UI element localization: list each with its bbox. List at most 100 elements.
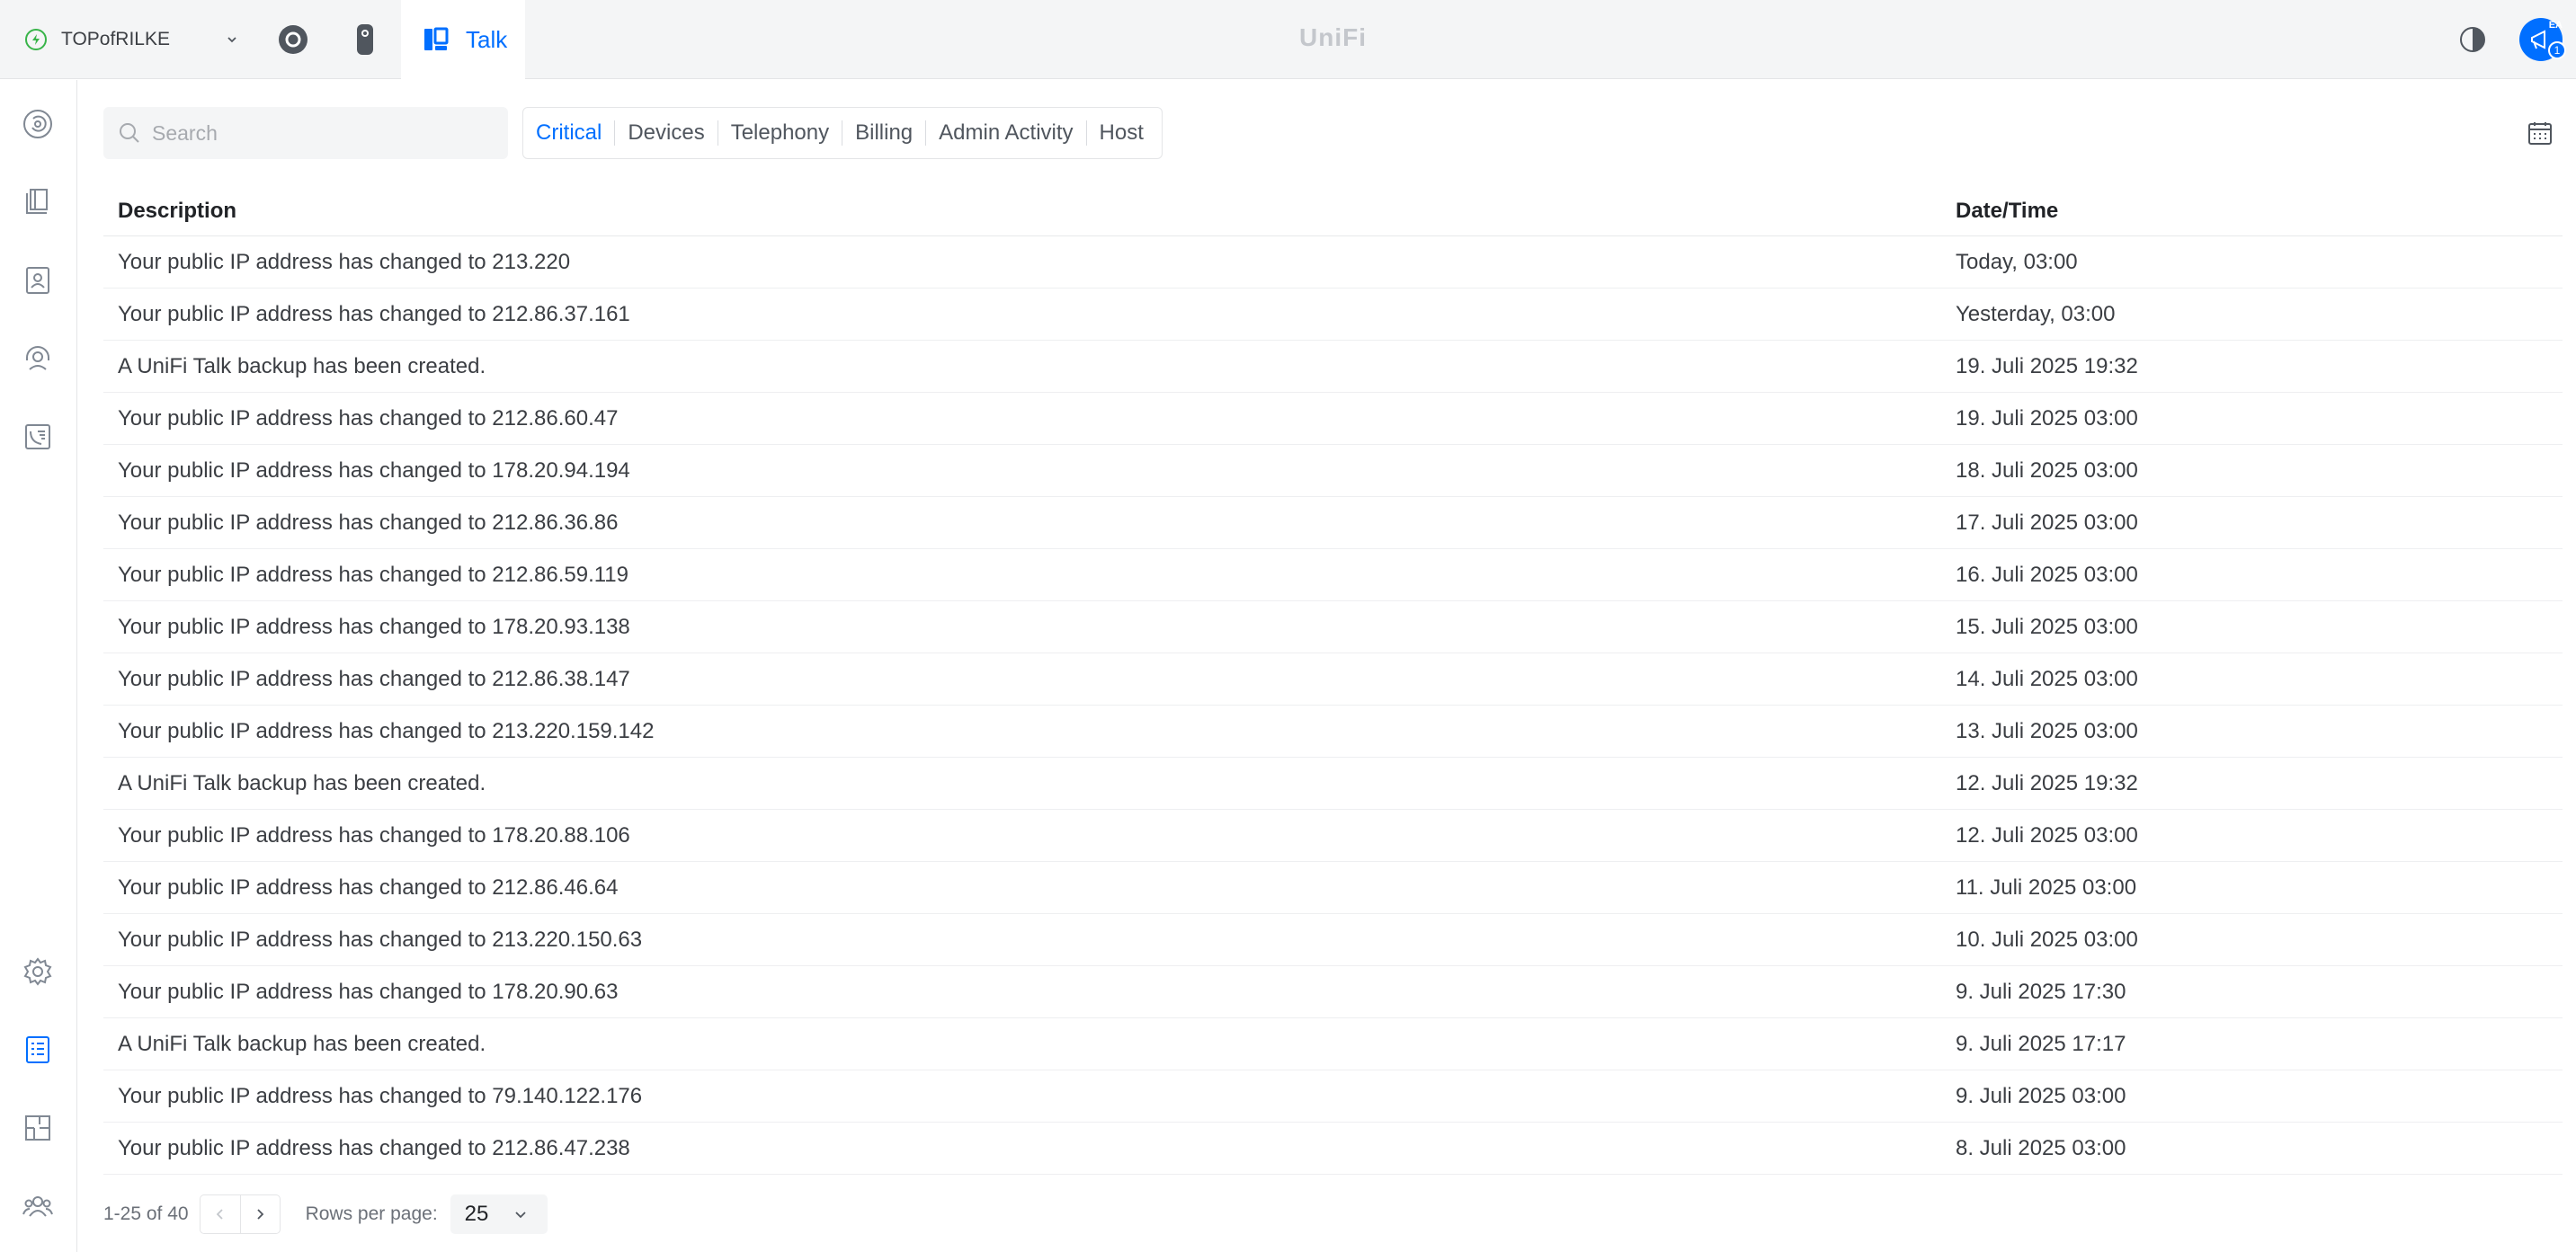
row-datetime: 12. Juli 2025 03:00 xyxy=(1956,823,2138,848)
table-row[interactable]: Your public IP address has changed to 21… xyxy=(103,549,2563,601)
filter-devices[interactable]: Devices xyxy=(614,120,717,146)
call-history-icon xyxy=(25,424,50,449)
phone-book-icon xyxy=(26,189,48,214)
contrast-icon xyxy=(2460,27,2485,52)
row-description: Your public IP address has changed to 21… xyxy=(118,302,630,326)
log-category-filters: Critical Devices Telephony Billing Admin… xyxy=(522,107,1163,159)
sidebar-item-contacts[interactable] xyxy=(18,261,58,300)
pagination-buttons xyxy=(199,1194,281,1234)
rows-per-page-label: Rows per page: xyxy=(305,1203,438,1224)
row-description: Your public IP address has changed to 17… xyxy=(118,980,619,1004)
table-row[interactable]: A UniFi Talk backup has been created. 12.… xyxy=(103,758,2563,810)
column-header-description[interactable]: Description xyxy=(118,199,236,224)
account-initials: EA xyxy=(2548,20,2563,31)
calendar-icon xyxy=(2528,122,2552,145)
app-network-button[interactable] xyxy=(270,16,316,63)
table-row[interactable]: Your public IP address has changed to 79… xyxy=(103,1070,2563,1123)
table-row[interactable]: Your public IP address has changed to 21… xyxy=(103,1123,2563,1175)
sidebar-item-settings[interactable] xyxy=(18,952,58,991)
table-body: Your public IP address has changed to 21… xyxy=(103,236,2563,1175)
logs-table: Description Date/Time Your public IP add… xyxy=(103,184,2563,1175)
row-description: Your public IP address has changed to 21… xyxy=(118,511,619,535)
column-header-datetime[interactable]: Date/Time xyxy=(1956,199,2058,224)
row-description: Your public IP address has changed to 79… xyxy=(118,1084,643,1108)
contacts-icon xyxy=(26,267,49,294)
chevron-down-icon xyxy=(515,1212,526,1219)
rows-per-page-select[interactable]: 25 xyxy=(450,1194,548,1234)
table-row[interactable]: Your public IP address has changed to 21… xyxy=(103,393,2563,445)
row-description: Your public IP address has changed to 17… xyxy=(118,458,630,483)
row-datetime: 8. Juli 2025 03:00 xyxy=(1956,1136,2126,1160)
floorplan-icon xyxy=(25,1115,50,1141)
row-datetime: Today, 03:00 xyxy=(1956,250,2078,274)
table-row[interactable]: Your public IP address has changed to 21… xyxy=(103,497,2563,549)
row-description: Your public IP address has changed to 17… xyxy=(118,615,630,639)
sidebar-item-floorplan[interactable] xyxy=(18,1108,58,1148)
filter-billing[interactable]: Billing xyxy=(842,120,925,146)
table-header: Description Date/Time xyxy=(103,184,2563,236)
table-row[interactable]: Your public IP address has changed to 21… xyxy=(103,862,2563,914)
row-description: A UniFi Talk backup has been created. xyxy=(118,1032,486,1056)
row-datetime: 19. Juli 2025 19:32 xyxy=(1956,354,2138,378)
sidebar-item-support[interactable] xyxy=(18,339,58,378)
previous-page-button[interactable] xyxy=(201,1195,240,1233)
table-row[interactable]: Your public IP address has changed to 21… xyxy=(103,289,2563,341)
row-datetime: 12. Juli 2025 19:32 xyxy=(1956,771,2138,795)
unifi-logo: UniFi xyxy=(1299,23,1367,51)
row-description: A UniFi Talk backup has been created. xyxy=(118,771,486,795)
dashboard-icon xyxy=(23,110,52,138)
sidebar-item-logs[interactable] xyxy=(18,1030,58,1070)
table-row[interactable]: Your public IP address has changed to 21… xyxy=(103,653,2563,706)
sidebar-item-users[interactable] xyxy=(18,1186,58,1226)
chevron-left-icon xyxy=(216,1209,223,1220)
sidebar-item-phone-book[interactable] xyxy=(18,182,58,222)
chevron-down-icon xyxy=(223,31,241,49)
table-row[interactable]: A UniFi Talk backup has been created. 9. … xyxy=(103,1018,2563,1070)
users-icon xyxy=(22,1196,53,1217)
table-row[interactable]: A UniFi Talk backup has been created. 19.… xyxy=(103,341,2563,393)
filter-host[interactable]: Host xyxy=(1085,120,1156,146)
gear-icon xyxy=(23,957,52,986)
row-datetime: 18. Juli 2025 03:00 xyxy=(1956,458,2138,483)
row-description: Your public IP address has changed to 17… xyxy=(118,823,630,848)
row-description: Your public IP address has changed to 21… xyxy=(118,406,619,431)
row-description: Your public IP address has changed to 21… xyxy=(118,1136,630,1160)
table-row[interactable]: Your public IP address has changed to 17… xyxy=(103,601,2563,653)
filter-telephony[interactable]: Telephony xyxy=(717,120,842,146)
pagination: 1-25 of 40 Rows per page: 25 xyxy=(103,1194,548,1235)
account-avatar[interactable]: EA 1 xyxy=(2519,18,2566,61)
top-bar: TOPofRILKE Talk UniFi EA 1 xyxy=(0,0,2576,79)
table-row[interactable]: Your public IP address has changed to 21… xyxy=(103,914,2563,966)
sidebar-item-call-history[interactable] xyxy=(18,417,58,457)
row-datetime: 14. Juli 2025 03:00 xyxy=(1956,667,2138,691)
row-datetime: 15. Juli 2025 03:00 xyxy=(1956,615,2138,639)
next-page-button[interactable] xyxy=(239,1195,280,1233)
row-description: Your public IP address has changed to 21… xyxy=(118,719,655,743)
filter-critical[interactable]: Critical xyxy=(536,120,614,146)
logs-icon xyxy=(26,1036,49,1063)
site-name: TOPofRILKE xyxy=(61,29,170,49)
site-selector[interactable]: TOPofRILKE xyxy=(16,20,243,59)
app-talk-tab[interactable]: Talk xyxy=(401,0,525,79)
row-datetime: 13. Juli 2025 03:00 xyxy=(1956,719,2138,743)
theme-toggle-button[interactable] xyxy=(2455,22,2491,58)
sidebar-item-dashboard[interactable] xyxy=(18,104,58,144)
table-row[interactable]: Your public IP address has changed to 21… xyxy=(103,706,2563,758)
rows-per-page-value: 25 xyxy=(464,1202,489,1226)
app-protect-button[interactable] xyxy=(342,16,388,63)
row-description: Your public IP address has changed to 21… xyxy=(118,563,628,587)
row-datetime: 11. Juli 2025 03:00 xyxy=(1956,875,2137,900)
row-datetime: Yesterday, 03:00 xyxy=(1956,302,2116,326)
row-description: A UniFi Talk backup has been created. xyxy=(118,354,486,378)
table-row[interactable]: Your public IP address has changed to 17… xyxy=(103,966,2563,1018)
notification-badge: 1 xyxy=(2548,41,2566,59)
table-row[interactable]: Your public IP address has changed to 17… xyxy=(103,445,2563,497)
search-box[interactable] xyxy=(103,107,508,159)
filter-admin-activity[interactable]: Admin Activity xyxy=(925,120,1085,146)
table-row[interactable]: Your public IP address has changed to 17… xyxy=(103,810,2563,862)
table-row[interactable]: Your public IP address has changed to 21… xyxy=(103,236,2563,289)
network-app-icon xyxy=(279,25,308,54)
date-range-button[interactable] xyxy=(2525,118,2555,148)
search-input[interactable] xyxy=(152,120,494,146)
row-datetime: 17. Juli 2025 03:00 xyxy=(1956,511,2138,535)
